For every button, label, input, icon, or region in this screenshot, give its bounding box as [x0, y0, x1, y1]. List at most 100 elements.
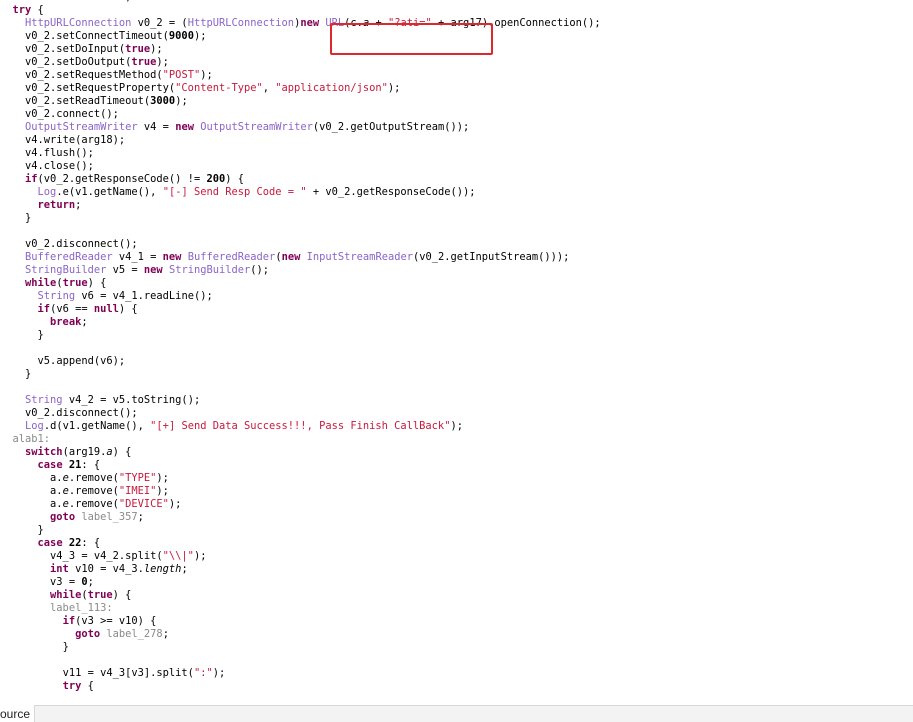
code-token: );	[156, 485, 169, 497]
code-token: .remove(	[68, 498, 119, 510]
code-token: v0_2.setRequestProperty(	[25, 82, 176, 94]
field-token: class	[94, 0, 125, 3]
status-bar	[34, 705, 913, 722]
keyword-token: case	[37, 537, 63, 549]
keyword-token: new	[300, 17, 320, 29]
keyword-token: true	[87, 589, 113, 601]
label-token: label_357	[81, 511, 138, 523]
code-line: v4.write(arg18);	[0, 134, 913, 147]
tab-source[interactable]: ource	[0, 708, 30, 721]
code-token: ;	[137, 511, 144, 523]
code-editor[interactable]: Class v1 = b.class; try { HttpURLConnect…	[0, 0, 913, 693]
code-token: ;	[125, 0, 131, 3]
code-line: a.e.remove("IMEI");	[0, 485, 913, 498]
code-token: + arg17).	[431, 17, 495, 29]
code-line: if(v0_2.getResponseCode() != 200) {	[0, 173, 913, 186]
number-token: 22	[68, 537, 82, 549]
code-token: ) {	[225, 173, 245, 185]
type-token: StringBuilder	[168, 264, 251, 276]
string-token: "TYPE"	[118, 472, 157, 484]
code-token: (v3 >= v10) {	[75, 615, 157, 627]
code-token: );	[212, 667, 226, 679]
code-line: v0_2.setDoInput(true);	[0, 43, 913, 56]
code-token: v0_2 = (	[131, 17, 188, 29]
code-token: (arg19.	[62, 446, 107, 458]
code-line: v4.close();	[0, 160, 913, 173]
string-token: "[+] Send Data Success!!!, Pass Finish C…	[150, 420, 451, 432]
code-token: .e(v1.getName(),	[56, 186, 163, 198]
code-token: }	[25, 212, 32, 224]
type-token: String	[37, 290, 76, 302]
code-token: ) {	[87, 277, 107, 289]
keyword-token: int	[50, 563, 69, 575]
keyword-token: new	[175, 121, 194, 133]
code-line: alab1:	[0, 433, 913, 446]
keyword-token: true	[131, 56, 157, 68]
keyword-token: new	[143, 264, 163, 276]
code-token: +	[369, 17, 388, 29]
code-line: }	[0, 212, 913, 225]
code-token: v10 = v4_3.	[68, 563, 144, 575]
keyword-token: goto	[75, 628, 101, 640]
code-token: ) {	[118, 303, 138, 315]
code-line: goto label_278;	[0, 628, 913, 641]
code-token: );	[193, 550, 207, 562]
code-line: v0_2.connect();	[0, 108, 913, 121]
code-token: ;	[162, 628, 169, 640]
code-token: (v0_2.getResponseCode() !=	[37, 173, 207, 185]
code-line: v11 = v4_3[v3].split(":");	[0, 667, 913, 680]
code-token: : {	[81, 537, 101, 549]
code-token: v4.write(arg18);	[25, 134, 126, 146]
code-line: label_113:	[0, 602, 913, 615]
code-token: v4_3 = v4_2.split(	[50, 550, 163, 562]
code-token: openConnection();	[494, 17, 601, 29]
type-token: Log	[37, 186, 57, 198]
code-line: break;	[0, 316, 913, 329]
type-token: URL	[325, 17, 345, 29]
code-token: .d(v1.getName(),	[43, 420, 151, 432]
code-token: );	[450, 420, 463, 432]
code-line: v0_2.setRequestProperty("Content-Type", …	[0, 82, 913, 95]
code-token: v0_2.setConnectTimeout(	[25, 30, 169, 42]
code-token: a.	[50, 485, 63, 497]
code-line: int v10 = v4_3.length;	[0, 563, 913, 576]
type-token: InputStreamReader	[306, 251, 413, 263]
code-line: if(v3 >= v10) {	[0, 615, 913, 628]
type-token: BufferedReader	[187, 251, 276, 263]
keyword-token: while	[25, 277, 57, 289]
code-token: v0_2.setDoInput(	[25, 43, 126, 55]
code-token: v4_1 =	[112, 251, 163, 263]
code-line: String v4_2 = v5.toString();	[0, 394, 913, 407]
code-token: : {	[81, 459, 101, 471]
code-token: ;	[75, 199, 82, 211]
keyword-token: if	[25, 173, 38, 185]
code-token: (v6 ==	[50, 303, 94, 315]
code-token: );	[150, 43, 163, 55]
